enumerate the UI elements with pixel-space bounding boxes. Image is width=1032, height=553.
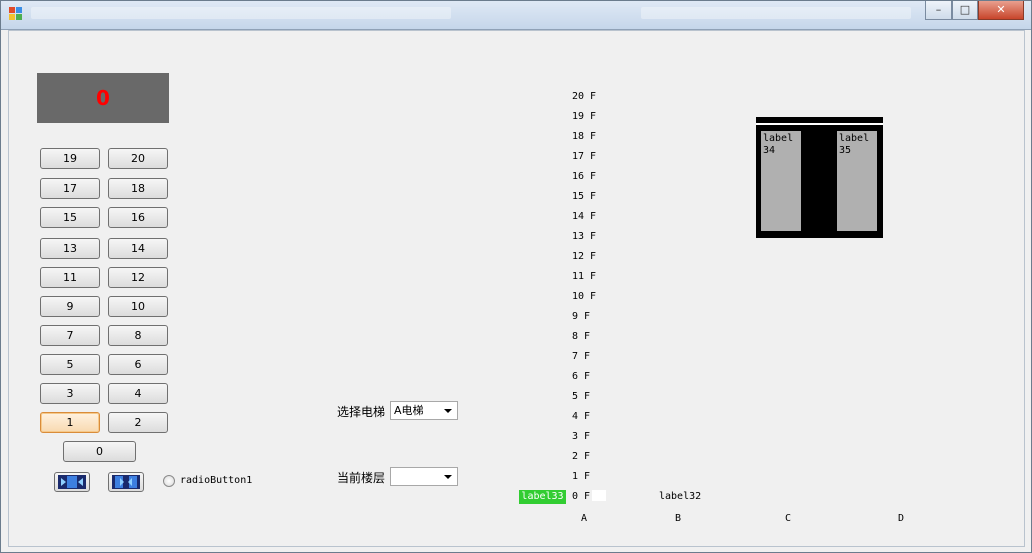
floor-button-6[interactable]: 6	[108, 354, 168, 375]
close-button[interactable]: ✕	[978, 1, 1024, 20]
floor-button-14[interactable]: 14	[108, 238, 168, 259]
floor-display: 0	[37, 73, 169, 123]
floor-label-15: 15 F	[572, 191, 597, 202]
maximize-icon: □	[959, 3, 971, 16]
floor-label-19: 19 F	[572, 111, 597, 122]
title-decoration	[641, 7, 911, 19]
close-door-icon	[112, 475, 140, 489]
floor-label-20: 20 F	[572, 91, 597, 102]
floor-button-15[interactable]: 15	[40, 207, 100, 228]
floor-button-19[interactable]: 19	[40, 148, 100, 169]
app-icon	[9, 7, 23, 21]
column-label-c: C	[785, 513, 792, 524]
floor-label-14: 14 F	[572, 211, 597, 222]
select-elevator-value: A电梯	[394, 404, 424, 417]
elevator-door-view: label 34 label 35	[756, 117, 883, 238]
floor-button-3[interactable]: 3	[40, 383, 100, 404]
select-elevator-label: 选择电梯	[337, 405, 386, 419]
floor-label-5: 5 F	[572, 391, 591, 402]
column-label-a: A	[581, 513, 588, 524]
floor-label-1: 1 F	[572, 471, 591, 482]
floor-button-8[interactable]: 8	[108, 325, 168, 346]
quick-access-toolbar	[31, 7, 451, 19]
floor-label-4: 4 F	[572, 411, 591, 422]
column-label-d: D	[898, 513, 905, 524]
close-door-button[interactable]	[108, 472, 144, 492]
floor-label-0: 0 F	[572, 491, 591, 502]
floor-button-12[interactable]: 12	[108, 267, 168, 288]
select-elevator-combo[interactable]: A电梯	[390, 401, 458, 420]
floor-label-3: 3 F	[572, 431, 591, 442]
floor-button-10[interactable]: 10	[108, 296, 168, 317]
floor-label-11: 11 F	[572, 271, 597, 282]
floor-label-18: 18 F	[572, 131, 597, 142]
floor-label-17: 17 F	[572, 151, 597, 162]
label32: label32	[659, 491, 702, 502]
floor-label-12: 12 F	[572, 251, 597, 262]
floor-button-18[interactable]: 18	[108, 178, 168, 199]
floor-button-20[interactable]: 20	[108, 148, 168, 169]
floor-button-9[interactable]: 9	[40, 296, 100, 317]
floor-button-7[interactable]: 7	[40, 325, 100, 346]
open-door-icon	[58, 475, 86, 489]
open-door-button[interactable]	[54, 472, 90, 492]
maximize-button[interactable]: □	[952, 1, 978, 20]
label35: label 35	[837, 131, 877, 231]
floor-label-7: 7 F	[572, 351, 591, 362]
floor-label-9: 9 F	[572, 311, 591, 322]
title-bar: – □ ✕	[1, 1, 1031, 30]
label33: label33	[519, 490, 566, 504]
chevron-down-icon	[444, 409, 452, 413]
floor-label-13: 13 F	[572, 231, 597, 242]
minimize-button[interactable]: –	[925, 1, 952, 20]
radio-button-1-label: radioButton1	[180, 475, 253, 486]
label34: label 34	[761, 131, 801, 231]
current-floor-combo[interactable]	[390, 467, 458, 486]
minimize-icon: –	[935, 3, 942, 16]
floor-label-16: 16 F	[572, 171, 597, 182]
floor-button-17[interactable]: 17	[40, 178, 100, 199]
floor-button-16[interactable]: 16	[108, 207, 168, 228]
floor-button-5[interactable]: 5	[40, 354, 100, 375]
column-label-b: B	[675, 513, 682, 524]
floor-button-11[interactable]: 11	[40, 267, 100, 288]
floor-label-10: 10 F	[572, 291, 597, 302]
floor-button-1[interactable]: 1	[40, 412, 100, 433]
floor-button-0[interactable]: 0	[63, 441, 136, 462]
elevator-a-car	[592, 490, 606, 501]
radio-button-1[interactable]	[163, 475, 175, 487]
floor-label-6: 6 F	[572, 371, 591, 382]
close-icon: ✕	[996, 3, 1006, 16]
door-frame-top	[756, 123, 883, 125]
floor-button-4[interactable]: 4	[108, 383, 168, 404]
current-floor-label: 当前楼层	[337, 471, 386, 485]
app-window: – □ ✕ 0 19 20 17 18 15 16 13 14 11 12 9 …	[0, 0, 1032, 553]
chevron-down-icon	[444, 475, 452, 479]
floor-label-2: 2 F	[572, 451, 591, 462]
floor-label-8: 8 F	[572, 331, 591, 342]
floor-button-13[interactable]: 13	[40, 238, 100, 259]
floor-button-2[interactable]: 2	[108, 412, 168, 433]
